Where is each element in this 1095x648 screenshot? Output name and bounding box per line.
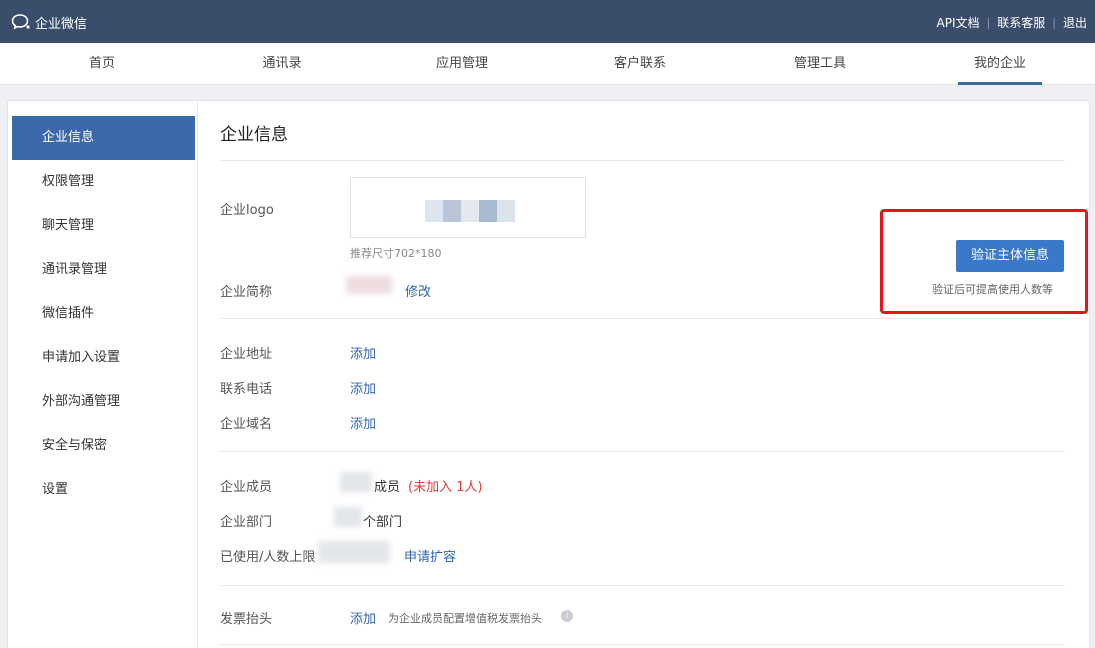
sidebar-item-external-communication[interactable]: 外部沟通管理 bbox=[12, 380, 195, 424]
domain-label: 企业域名 bbox=[220, 417, 273, 432]
sidebar-item-join-settings[interactable]: 申请加入设置 bbox=[12, 336, 195, 380]
sidebar-item-security[interactable]: 安全与保密 bbox=[12, 424, 195, 468]
contact-support-link[interactable]: 联系客服 bbox=[997, 14, 1045, 31]
sidebar-divider bbox=[197, 102, 198, 648]
divider bbox=[220, 318, 1065, 319]
main-nav: 首页 通讯录 应用管理 客户联系 管理工具 我的企业 bbox=[0, 43, 1095, 85]
sidebar-item-permissions[interactable]: 权限管理 bbox=[12, 160, 195, 204]
sidebar-item-wechat-plugin[interactable]: 微信插件 bbox=[12, 292, 195, 336]
usage-value bbox=[318, 541, 390, 563]
logo-image bbox=[425, 200, 515, 224]
top-link-separator: | bbox=[1052, 16, 1056, 29]
sidebar-item-company-info[interactable]: 企业信息 bbox=[12, 116, 195, 160]
divider bbox=[220, 585, 1065, 586]
company-logo-box[interactable] bbox=[350, 177, 586, 238]
nav-management-tools[interactable]: 管理工具 bbox=[730, 43, 910, 85]
app-logo[interactable]: 企业微信 bbox=[11, 12, 87, 32]
pending-members: (未加入 1人) bbox=[408, 480, 483, 495]
nav-my-company[interactable]: 我的企业 bbox=[910, 43, 1090, 85]
info-icon[interactable]: i bbox=[561, 610, 573, 622]
api-docs-link[interactable]: API文档 bbox=[937, 14, 980, 31]
divider bbox=[220, 451, 1065, 452]
top-bar: 企业微信 API文档 | 联系客服 | 退出 bbox=[0, 0, 1095, 43]
divider bbox=[220, 160, 1065, 161]
top-link-separator: | bbox=[986, 16, 991, 29]
add-address-link[interactable]: 添加 bbox=[350, 343, 376, 362]
logo-size-hint: 推荐尺寸702*180 bbox=[350, 247, 442, 260]
members-label: 企业成员 bbox=[220, 480, 273, 495]
nav-contacts[interactable]: 通讯录 bbox=[192, 43, 372, 85]
logo-label: 企业logo bbox=[220, 203, 274, 218]
invoice-label: 发票抬头 bbox=[220, 612, 273, 627]
logout-link[interactable]: 退出 bbox=[1063, 14, 1087, 31]
top-links: API文档 | 联系客服 | 退出 bbox=[937, 14, 1087, 31]
departments-count bbox=[334, 507, 362, 527]
apply-expansion-link[interactable]: 申请扩容 bbox=[404, 546, 456, 565]
usage-label: 已使用/人数上限 bbox=[220, 550, 316, 565]
short-name-label: 企业简称 bbox=[220, 285, 273, 300]
page-title: 企业信息 bbox=[220, 125, 288, 145]
add-domain-link[interactable]: 添加 bbox=[350, 413, 376, 432]
departments-label: 企业部门 bbox=[220, 515, 273, 530]
app-name: 企业微信 bbox=[35, 16, 88, 32]
members-count bbox=[340, 472, 372, 492]
sidebar: 企业信息 权限管理 聊天管理 通讯录管理 微信插件 申请加入设置 外部沟通管理 … bbox=[12, 116, 195, 512]
edit-short-name-link[interactable]: 修改 bbox=[405, 281, 431, 300]
verify-note: 验证后可提高使用人数等 bbox=[932, 283, 1053, 296]
nav-app-management[interactable]: 应用管理 bbox=[372, 43, 552, 85]
sidebar-item-settings[interactable]: 设置 bbox=[12, 468, 195, 512]
add-phone-link[interactable]: 添加 bbox=[350, 378, 376, 397]
address-label: 企业地址 bbox=[220, 347, 273, 362]
nav-home[interactable]: 首页 bbox=[12, 43, 192, 85]
divider bbox=[220, 644, 1065, 645]
phone-label: 联系电话 bbox=[220, 382, 273, 397]
add-invoice-link[interactable]: 添加 bbox=[350, 608, 376, 627]
short-name-value bbox=[346, 276, 392, 294]
sidebar-item-chat-management[interactable]: 聊天管理 bbox=[12, 204, 195, 248]
verify-entity-button[interactable]: 验证主体信息 bbox=[956, 240, 1064, 272]
sidebar-item-contacts-management[interactable]: 通讯录管理 bbox=[12, 248, 195, 292]
invoice-description: 为企业成员配置增值税发票抬头 bbox=[388, 612, 542, 625]
members-value: 成员 (未加入 1人) bbox=[374, 480, 483, 495]
departments-value: 个部门 bbox=[363, 515, 403, 530]
nav-customer-contact[interactable]: 客户联系 bbox=[550, 43, 730, 85]
wecom-logo-icon bbox=[11, 14, 30, 30]
